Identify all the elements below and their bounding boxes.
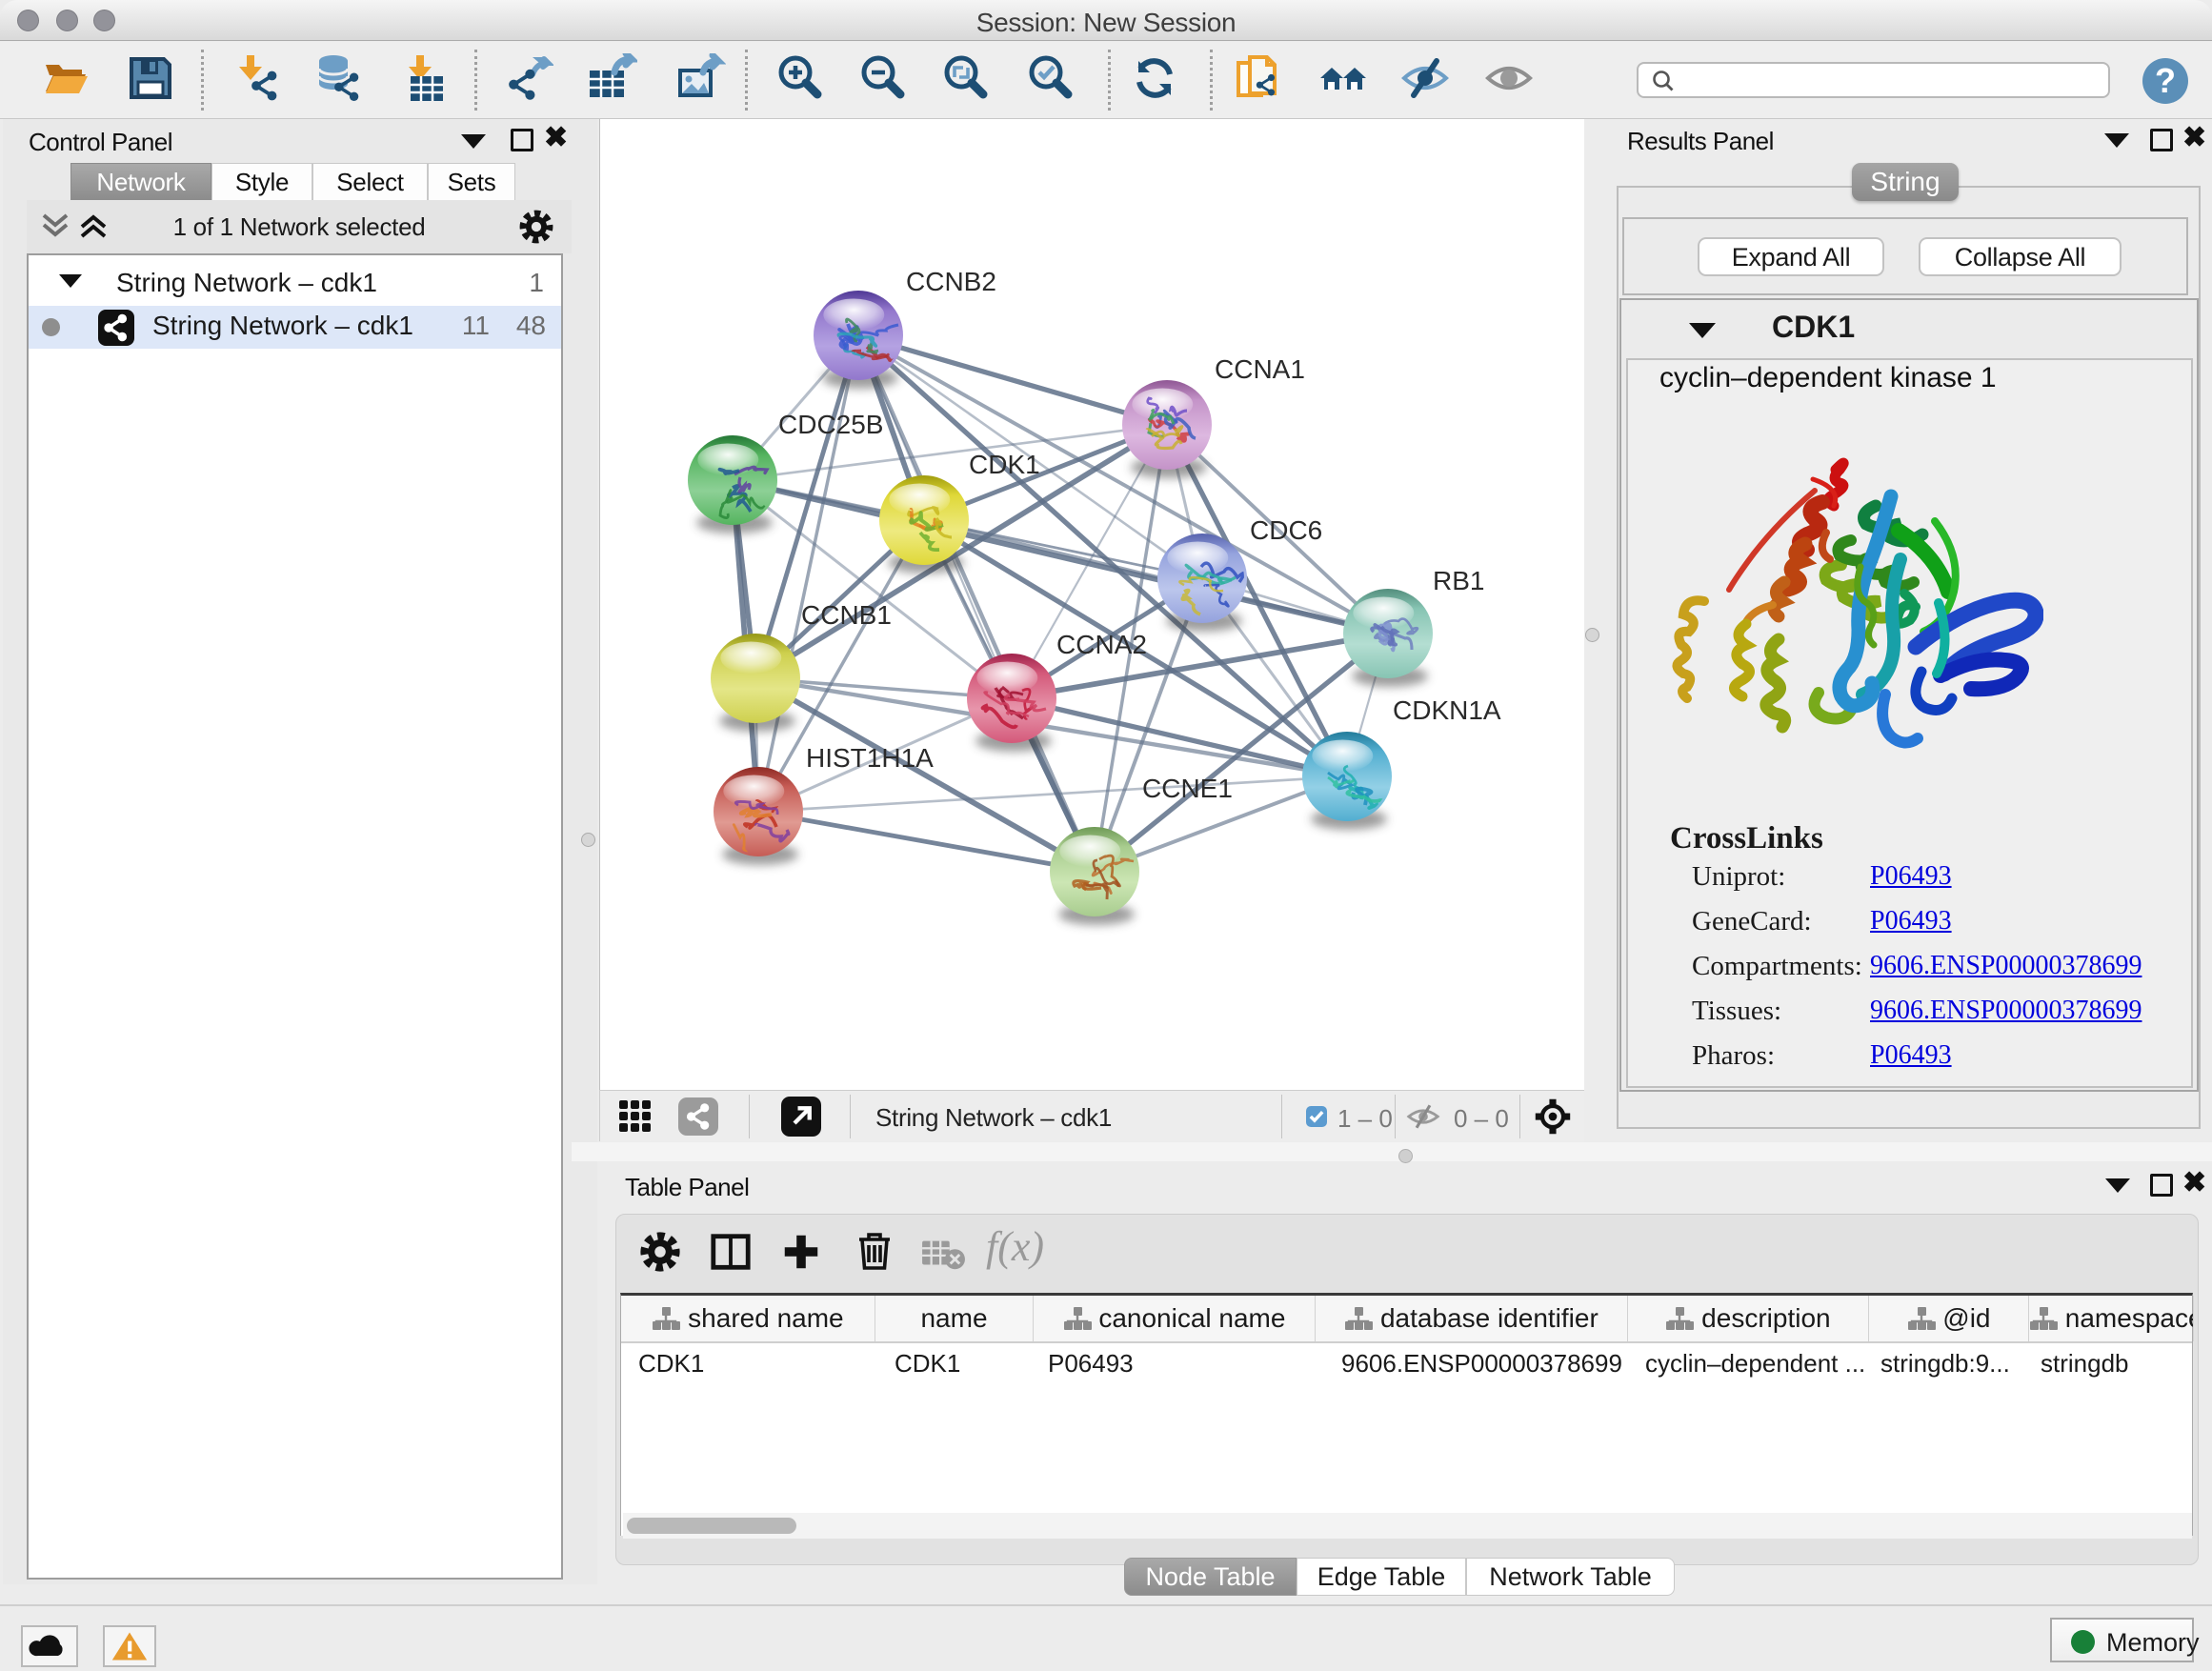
svg-text:RB1: RB1 [1433, 566, 1484, 595]
svg-text:CCNB2: CCNB2 [906, 267, 996, 296]
svg-text:CDKN1A: CDKN1A [1393, 695, 1501, 725]
svg-text:CDC6: CDC6 [1250, 515, 1322, 545]
svg-text:CCNE1: CCNE1 [1142, 774, 1233, 803]
svg-text:HIST1H1A: HIST1H1A [806, 743, 934, 773]
svg-text:CCNA1: CCNA1 [1215, 354, 1305, 384]
svg-text:CDK1: CDK1 [969, 450, 1040, 479]
svg-text:CCNB1: CCNB1 [801, 600, 892, 630]
svg-text:CCNA2: CCNA2 [1056, 630, 1147, 659]
svg-text:CDC25B: CDC25B [778, 410, 883, 439]
